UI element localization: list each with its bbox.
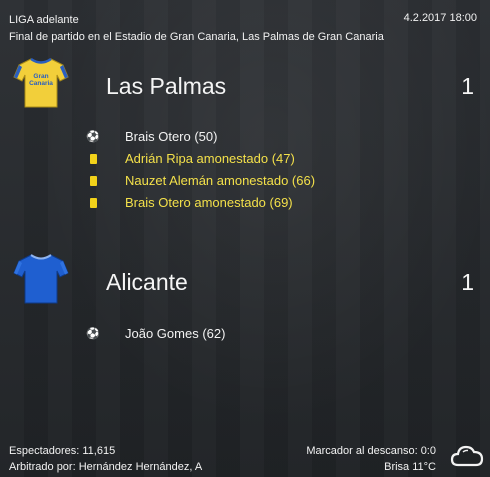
- shirt-sponsor-2: Canaria: [29, 80, 53, 87]
- background: [0, 0, 490, 477]
- league-name: LIGA adelante: [9, 14, 79, 26]
- away-team-name[interactable]: Alicante: [106, 269, 188, 296]
- ball-icon: ⚽: [86, 130, 100, 143]
- event-text[interactable]: Nauzet Alemán amonestado (66): [125, 170, 315, 192]
- match-header: LIGA adelante Final de partido en el Est…: [9, 12, 384, 46]
- referee[interactable]: Arbitrado por: Hernández Hernández, A: [9, 459, 202, 475]
- home-team-name[interactable]: Las Palmas: [106, 73, 226, 100]
- yellow-card-icon: [89, 176, 97, 186]
- ball-icon: ⚽: [86, 327, 100, 340]
- blue-shirt-icon: [13, 254, 69, 304]
- yellow-shirt-icon: Gran Canaria: [13, 57, 69, 108]
- event-text[interactable]: João Gomes (62): [125, 323, 225, 345]
- spectators: Espectadores: 11,615: [9, 445, 116, 457]
- cloud-icon: [450, 445, 484, 467]
- yellow-card-icon: [89, 154, 97, 164]
- match-info-right: Marcador al descanso: 0:0 Brisa 11°C: [306, 443, 436, 475]
- match-info-left: Espectadores: 11,615 Arbitrado por: Hern…: [9, 443, 202, 475]
- event-text[interactable]: Adrián Ripa amonestado (47): [125, 148, 295, 170]
- shirt-sponsor-1: Gran: [33, 73, 48, 80]
- venue-line: Final de partido en el Estadio de Gran C…: [9, 31, 384, 43]
- away-score: 1: [461, 269, 474, 295]
- event-text[interactable]: Brais Otero amonestado (69): [125, 192, 293, 214]
- home-score: 1: [461, 73, 474, 99]
- halftime-score: Marcador al descanso: 0:0: [306, 445, 436, 457]
- weather-text: Brisa 11°C: [384, 461, 436, 473]
- yellow-card-icon: [89, 198, 97, 208]
- event-text[interactable]: Brais Otero (50): [125, 126, 217, 148]
- match-datetime: 4.2.2017 18:00: [403, 12, 477, 24]
